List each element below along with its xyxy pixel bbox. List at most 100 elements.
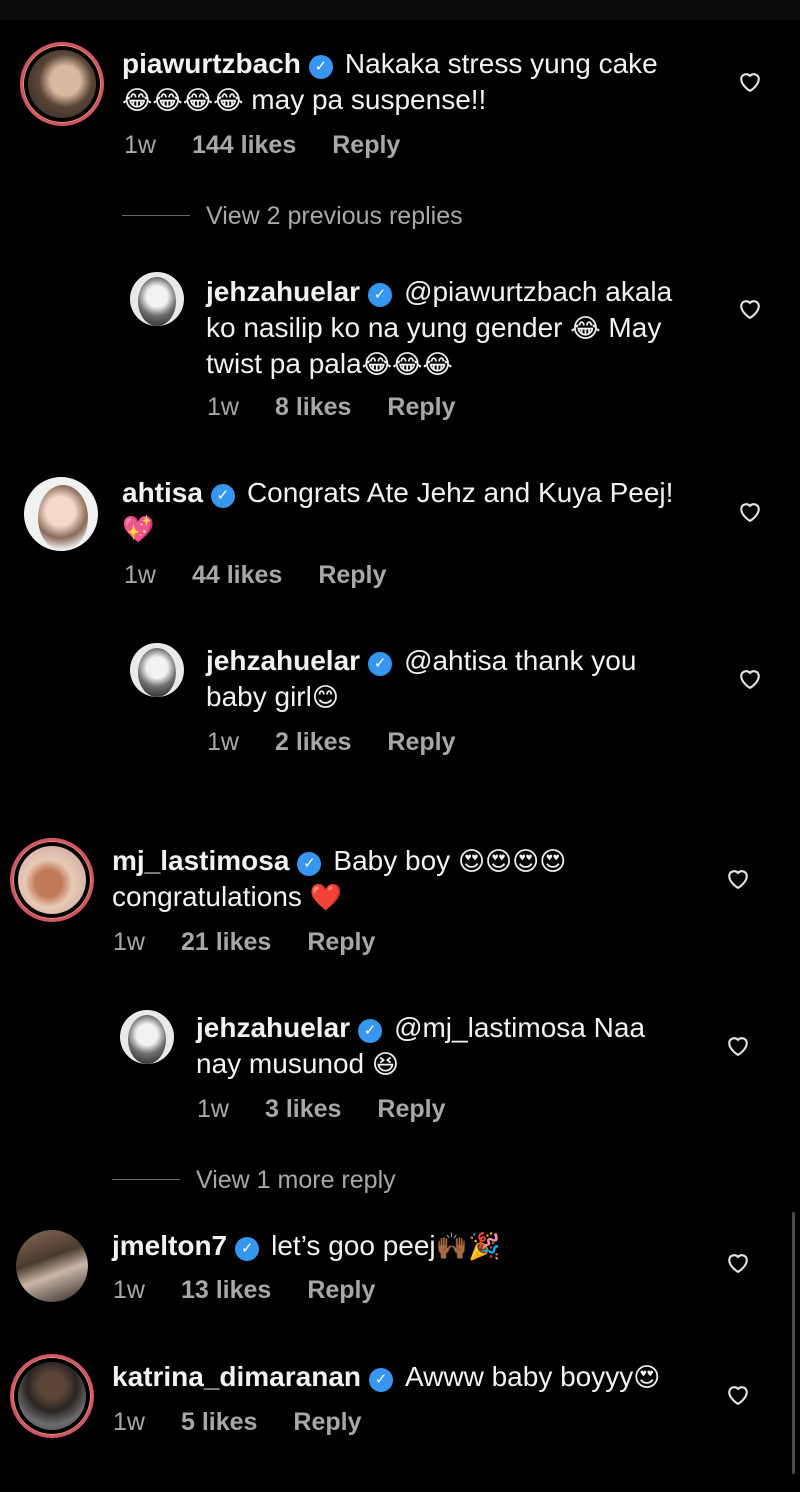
comment-text: Baby boy — [333, 845, 458, 876]
comment-text: congratulations — [112, 881, 310, 912]
view-previous-replies[interactable]: View 2 previous replies — [122, 202, 463, 231]
reply-button[interactable]: Reply — [377, 1095, 445, 1123]
comment-body: jmelton7 ✓ let’s goo peej🙌🏾🎉 — [112, 1228, 500, 1264]
username[interactable]: ahtisa — [122, 477, 203, 508]
comment-meta: 1w 5 likes Reply — [113, 1408, 398, 1437]
emoji: 😊 — [311, 682, 339, 712]
verified-badge-icon: ✓ — [358, 1019, 383, 1043]
avatar-piawurtzbach[interactable] — [20, 42, 104, 126]
verified-badge-icon: ✓ — [308, 55, 333, 79]
username[interactable]: jehzahuelar — [206, 276, 360, 307]
comment-body: jehzahuelar ✓ @ahtisa thank you baby girl😊 — [206, 643, 636, 715]
likes-count[interactable]: 3 likes — [265, 1095, 341, 1123]
comment-text: baby girl — [206, 681, 312, 712]
heart-outline-icon[interactable] — [736, 67, 764, 95]
comment-text: Congrats Ate Jehz and Kuya Peej! — [246, 477, 674, 508]
comment-text: @piawurtzbach akala — [404, 276, 673, 307]
timestamp: 1w — [113, 928, 145, 956]
comment-body: piawurtzbach ✓ Nakaka stress yung cake 😂😂😂… — [122, 46, 658, 118]
timestamp: 1w — [197, 1095, 229, 1123]
likes-count[interactable]: 5 likes — [181, 1408, 257, 1436]
comment-meta: 1w 3 likes Reply — [197, 1095, 482, 1124]
timestamp: 1w — [124, 131, 156, 159]
avatar-ahtisa[interactable] — [24, 477, 98, 551]
comment-body: katrina_dimaranan ✓ Awww baby boyyy😍 — [112, 1359, 660, 1395]
heart-outline-icon[interactable] — [724, 1031, 752, 1059]
comment-meta: 1w 8 likes Reply — [207, 393, 492, 422]
comment-body: jehzahuelar ✓ @piawurtzbach akala ko nasil… — [206, 274, 672, 382]
comment-text: may pa suspense!! — [243, 84, 487, 115]
avatar-jmelton7[interactable] — [16, 1230, 88, 1302]
comment-body: ahtisa ✓ Congrats Ate Jehz and Kuya Peej! … — [122, 475, 673, 547]
likes-count[interactable]: 2 likes — [275, 728, 351, 756]
scrollbar-thumb[interactable] — [792, 1212, 795, 1474]
verified-badge-icon: ✓ — [297, 852, 322, 876]
comment-text: nay musunod — [196, 1048, 372, 1079]
comment-body: jehzahuelar ✓ @mj_lastimosa Naa nay musuno… — [196, 1010, 645, 1082]
avatar-jehzahuelar[interactable] — [120, 1010, 174, 1064]
avatar-jehzahuelar[interactable] — [130, 643, 184, 697]
emoji: 😂😂😂 — [361, 349, 453, 379]
heart-outline-icon[interactable] — [736, 294, 764, 322]
comment-text: @mj_lastimosa Naa — [394, 1012, 646, 1043]
heart-outline-icon[interactable] — [736, 664, 764, 692]
emoji: 😂😂😂😂 — [122, 85, 244, 115]
emoji: 🙌🏾🎉 — [435, 1231, 501, 1261]
comment-meta: 1w 21 likes Reply — [113, 928, 411, 957]
emoji: 😆 — [371, 1049, 399, 1079]
avatar-mj-lastimosa[interactable] — [10, 838, 94, 922]
reply-button[interactable]: Reply — [387, 393, 455, 421]
likes-count[interactable]: 44 likes — [192, 561, 282, 589]
timestamp: 1w — [207, 728, 239, 756]
comment-body: mj_lastimosa ✓ Baby boy 😍😍😍😍 congratulatio… — [112, 843, 566, 915]
comment-text: twist pa pala — [206, 348, 362, 379]
heart-outline-icon[interactable] — [724, 1380, 752, 1408]
comment-meta: 1w 144 likes Reply — [124, 131, 436, 160]
reply-button[interactable]: Reply — [307, 1276, 375, 1304]
comment-meta: 1w 13 likes Reply — [113, 1276, 411, 1305]
timestamp: 1w — [207, 393, 239, 421]
divider-line — [112, 1179, 180, 1180]
heart-outline-icon[interactable] — [724, 1248, 752, 1276]
username[interactable]: piawurtzbach — [122, 48, 301, 79]
verified-badge-icon: ✓ — [368, 283, 393, 307]
heart-outline-icon[interactable] — [736, 497, 764, 525]
comment-text: Awww baby boyyy — [405, 1361, 634, 1392]
divider-line — [122, 215, 190, 216]
comment-text: ko nasilip ko na yung gender — [206, 312, 571, 343]
emoji: 😂 — [570, 313, 601, 343]
comment-meta: 1w 2 likes Reply — [207, 728, 492, 757]
likes-count[interactable]: 144 likes — [192, 131, 296, 159]
view-more-replies[interactable]: View 1 more reply — [112, 1166, 396, 1195]
reply-button[interactable]: Reply — [387, 728, 455, 756]
timestamp: 1w — [124, 561, 156, 589]
avatar-jehzahuelar[interactable] — [130, 272, 184, 326]
username[interactable]: jehzahuelar — [206, 645, 360, 676]
reply-button[interactable]: Reply — [307, 928, 375, 956]
emoji: 😍😍😍😍 — [457, 846, 567, 876]
likes-count[interactable]: 21 likes — [181, 928, 271, 956]
verified-badge-icon: ✓ — [369, 1368, 393, 1392]
username[interactable]: katrina_dimaranan — [112, 1361, 361, 1392]
comment-text: let’s goo peej — [271, 1230, 436, 1261]
timestamp: 1w — [113, 1276, 145, 1304]
comment-meta: 1w 44 likes Reply — [124, 561, 422, 590]
likes-count[interactable]: 13 likes — [181, 1276, 271, 1304]
username[interactable]: jmelton7 — [112, 1230, 227, 1261]
reply-button[interactable]: Reply — [318, 561, 386, 589]
verified-badge-icon: ✓ — [210, 484, 235, 508]
username[interactable]: mj_lastimosa — [112, 845, 289, 876]
comment-text: May — [600, 312, 662, 343]
reply-button[interactable]: Reply — [293, 1408, 361, 1436]
emoji: 💖 — [122, 514, 155, 544]
comment-text: @ahtisa thank you — [404, 645, 637, 676]
likes-count[interactable]: 8 likes — [275, 393, 351, 421]
timestamp: 1w — [113, 1408, 145, 1436]
avatar-katrina-dimaranan[interactable] — [10, 1354, 94, 1438]
heart-outline-icon[interactable] — [724, 864, 752, 892]
top-strip — [0, 0, 800, 20]
reply-button[interactable]: Reply — [332, 131, 400, 159]
verified-badge-icon: ✓ — [235, 1237, 260, 1261]
username[interactable]: jehzahuelar — [196, 1012, 350, 1043]
emoji: 😍 — [633, 1362, 661, 1392]
